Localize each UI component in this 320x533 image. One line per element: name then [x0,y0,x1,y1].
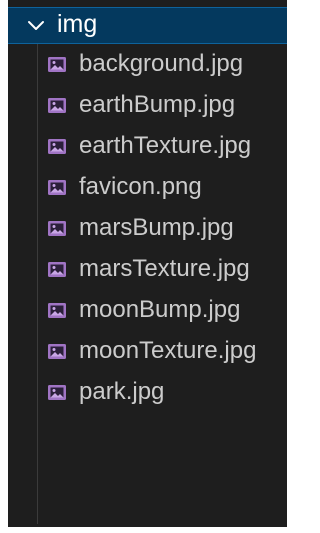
image-file-icon [48,303,66,318]
file-item-earthTexture[interactable]: earthTexture.jpg [8,126,287,167]
image-file-icon [48,385,66,400]
file-label: marsTexture.jpg [79,254,250,282]
file-label: earthTexture.jpg [79,131,252,159]
image-file-icon [48,180,66,195]
file-label: marsBump.jpg [79,213,234,241]
file-item-park[interactable]: park.jpg [8,372,287,413]
file-item-moonTexture[interactable]: moonTexture.jpg [8,331,287,372]
file-label: earthBump.jpg [79,90,236,118]
file-label: moonBump.jpg [79,295,241,323]
image-file-icon [48,57,66,72]
folder-row-img[interactable]: img [8,7,287,44]
image-file-icon [48,344,66,359]
file-item-marsTexture[interactable]: marsTexture.jpg [8,249,287,290]
file-item-marsBump[interactable]: marsBump.jpg [8,208,287,249]
file-label: background.jpg [79,49,244,77]
image-file-icon [48,98,66,113]
chevron-down-icon[interactable] [26,16,46,36]
file-item-earthBump[interactable]: earthBump.jpg [8,85,287,126]
file-label: park.jpg [79,377,165,405]
file-label: favicon.png [79,172,202,200]
folder-label: img [57,10,98,38]
file-explorer-panel: img background.jpg earthBump.jpg earthTe… [8,0,287,527]
file-tree: background.jpg earthBump.jpg earthTextur… [8,44,287,413]
image-file-icon [48,262,66,277]
file-item-moonBump[interactable]: moonBump.jpg [8,290,287,331]
image-file-icon [48,221,66,236]
image-file-icon [48,139,66,154]
file-item-background[interactable]: background.jpg [8,44,287,85]
file-item-favicon[interactable]: favicon.png [8,167,287,208]
file-label: moonTexture.jpg [79,336,257,364]
